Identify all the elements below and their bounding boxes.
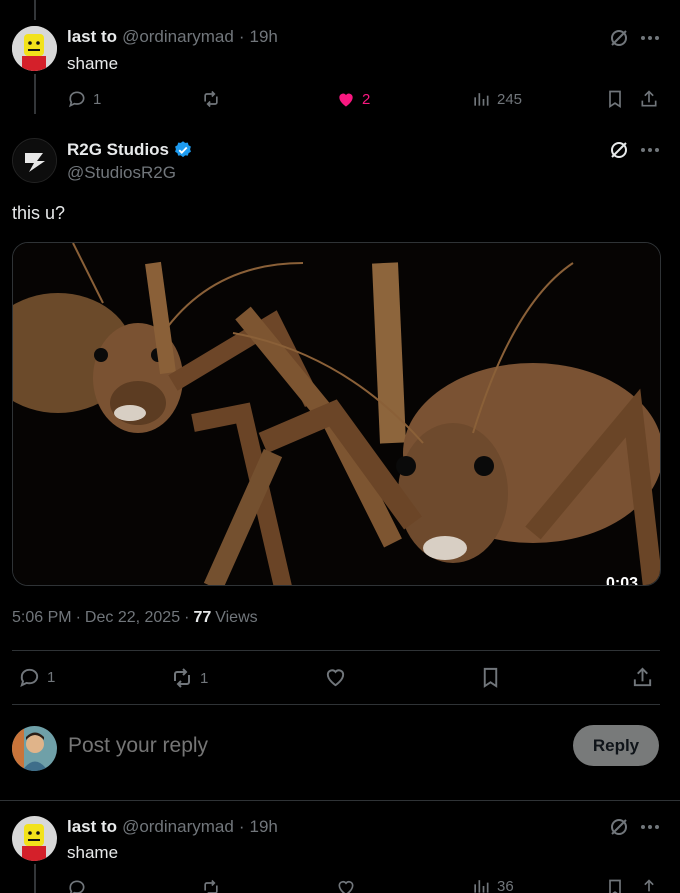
post-header: R2G Studios bbox=[67, 140, 193, 160]
bookmark-button[interactable] bbox=[479, 666, 502, 689]
author-handle[interactable]: @ordinarymad bbox=[122, 817, 234, 837]
more-icon[interactable] bbox=[638, 816, 662, 838]
divider bbox=[0, 800, 680, 801]
reply-count: 1 bbox=[93, 90, 102, 108]
share-icon bbox=[641, 90, 657, 107]
post-header: last to @ordinarymad · 19h bbox=[67, 817, 278, 837]
bookmark-button[interactable] bbox=[605, 878, 625, 893]
divider bbox=[12, 704, 660, 705]
post-time[interactable]: 19h bbox=[249, 817, 277, 837]
grok-icon[interactable] bbox=[608, 27, 630, 49]
reply-input[interactable] bbox=[68, 728, 548, 764]
share-button[interactable] bbox=[631, 666, 654, 689]
analytics-icon bbox=[474, 880, 489, 893]
avatar[interactable] bbox=[12, 816, 57, 861]
share-button[interactable] bbox=[639, 878, 659, 893]
user-avatar[interactable] bbox=[12, 726, 57, 771]
separator-dot: · bbox=[238, 817, 245, 836]
view-count: 36 bbox=[497, 877, 514, 893]
post-date[interactable]: Dec 22, 2025 bbox=[85, 609, 180, 627]
author-name[interactable]: last to bbox=[67, 27, 117, 47]
divider bbox=[12, 650, 660, 651]
like-button[interactable] bbox=[324, 666, 347, 689]
avatar[interactable] bbox=[12, 26, 57, 71]
repost-icon bbox=[204, 879, 218, 893]
verified-badge-icon bbox=[175, 141, 191, 158]
thread-connector-top bbox=[34, 0, 36, 20]
more-icon[interactable] bbox=[638, 139, 662, 161]
views-button[interactable]: 245 bbox=[471, 89, 522, 109]
reply-count: 1 bbox=[47, 669, 56, 686]
bookmark-icon bbox=[609, 879, 621, 893]
repost-button[interactable]: 1 bbox=[170, 666, 208, 690]
avatar[interactable] bbox=[12, 138, 57, 183]
post-header: last to @ordinarymad · 19h bbox=[67, 27, 278, 47]
reply-icon bbox=[20, 668, 39, 687]
more-icon[interactable] bbox=[638, 27, 662, 49]
grok-icon[interactable] bbox=[608, 816, 630, 838]
separator-dot: · bbox=[75, 609, 81, 626]
heart-icon bbox=[338, 880, 354, 893]
reply-button[interactable] bbox=[67, 878, 87, 893]
reply-icon bbox=[68, 91, 85, 108]
reply-icon bbox=[69, 880, 85, 893]
repost-icon bbox=[174, 668, 190, 688]
heart-filled-icon bbox=[339, 93, 353, 107]
separator-dot: · bbox=[238, 27, 245, 46]
like-count: 2 bbox=[362, 90, 371, 108]
repost-button[interactable] bbox=[201, 89, 221, 109]
views-count: 77 bbox=[193, 609, 212, 626]
analytics-icon bbox=[474, 93, 489, 106]
share-button[interactable] bbox=[639, 89, 659, 109]
post-time[interactable]: 5:06 PM bbox=[12, 609, 72, 627]
reply-button[interactable]: 1 bbox=[18, 666, 55, 689]
views-label: Views bbox=[215, 609, 258, 626]
video-player[interactable]: 0:03 bbox=[12, 242, 661, 586]
like-button[interactable]: 2 bbox=[336, 89, 370, 109]
post-meta: 5:06 PM · Dec 22, 2025 · 77 Views bbox=[12, 609, 258, 627]
heart-icon bbox=[326, 669, 345, 687]
repost-count: 1 bbox=[200, 669, 209, 687]
like-button[interactable] bbox=[336, 878, 356, 893]
bookmark-button[interactable] bbox=[605, 89, 625, 109]
share-icon bbox=[644, 879, 654, 892]
author-name[interactable]: last to bbox=[67, 817, 117, 837]
post-text: this u? bbox=[12, 203, 66, 223]
author-handle[interactable]: @ordinarymad bbox=[122, 27, 234, 47]
view-count: 245 bbox=[497, 90, 523, 108]
bookmark-icon bbox=[483, 667, 498, 688]
reply-button[interactable]: 1 bbox=[67, 89, 101, 109]
share-icon bbox=[633, 667, 652, 687]
views-button[interactable]: 36 bbox=[471, 876, 514, 893]
repost-icon bbox=[204, 90, 218, 108]
grok-icon[interactable] bbox=[608, 139, 630, 161]
post-text: shame bbox=[67, 54, 119, 73]
repost-button[interactable] bbox=[201, 878, 221, 893]
bookmark-icon bbox=[609, 90, 621, 109]
thread-connector bbox=[34, 74, 36, 114]
video-frame bbox=[13, 243, 660, 585]
reply-submit-button[interactable]: Reply bbox=[573, 725, 659, 766]
separator-dot: · bbox=[184, 609, 190, 626]
author-handle[interactable]: @StudiosR2G bbox=[67, 163, 176, 183]
author-name[interactable]: R2G Studios bbox=[67, 140, 169, 160]
post-text: shame bbox=[67, 843, 119, 862]
video-timestamp: 0:03 bbox=[605, 575, 638, 586]
thread-connector bbox=[34, 864, 36, 893]
post-time[interactable]: 19h bbox=[249, 27, 277, 47]
